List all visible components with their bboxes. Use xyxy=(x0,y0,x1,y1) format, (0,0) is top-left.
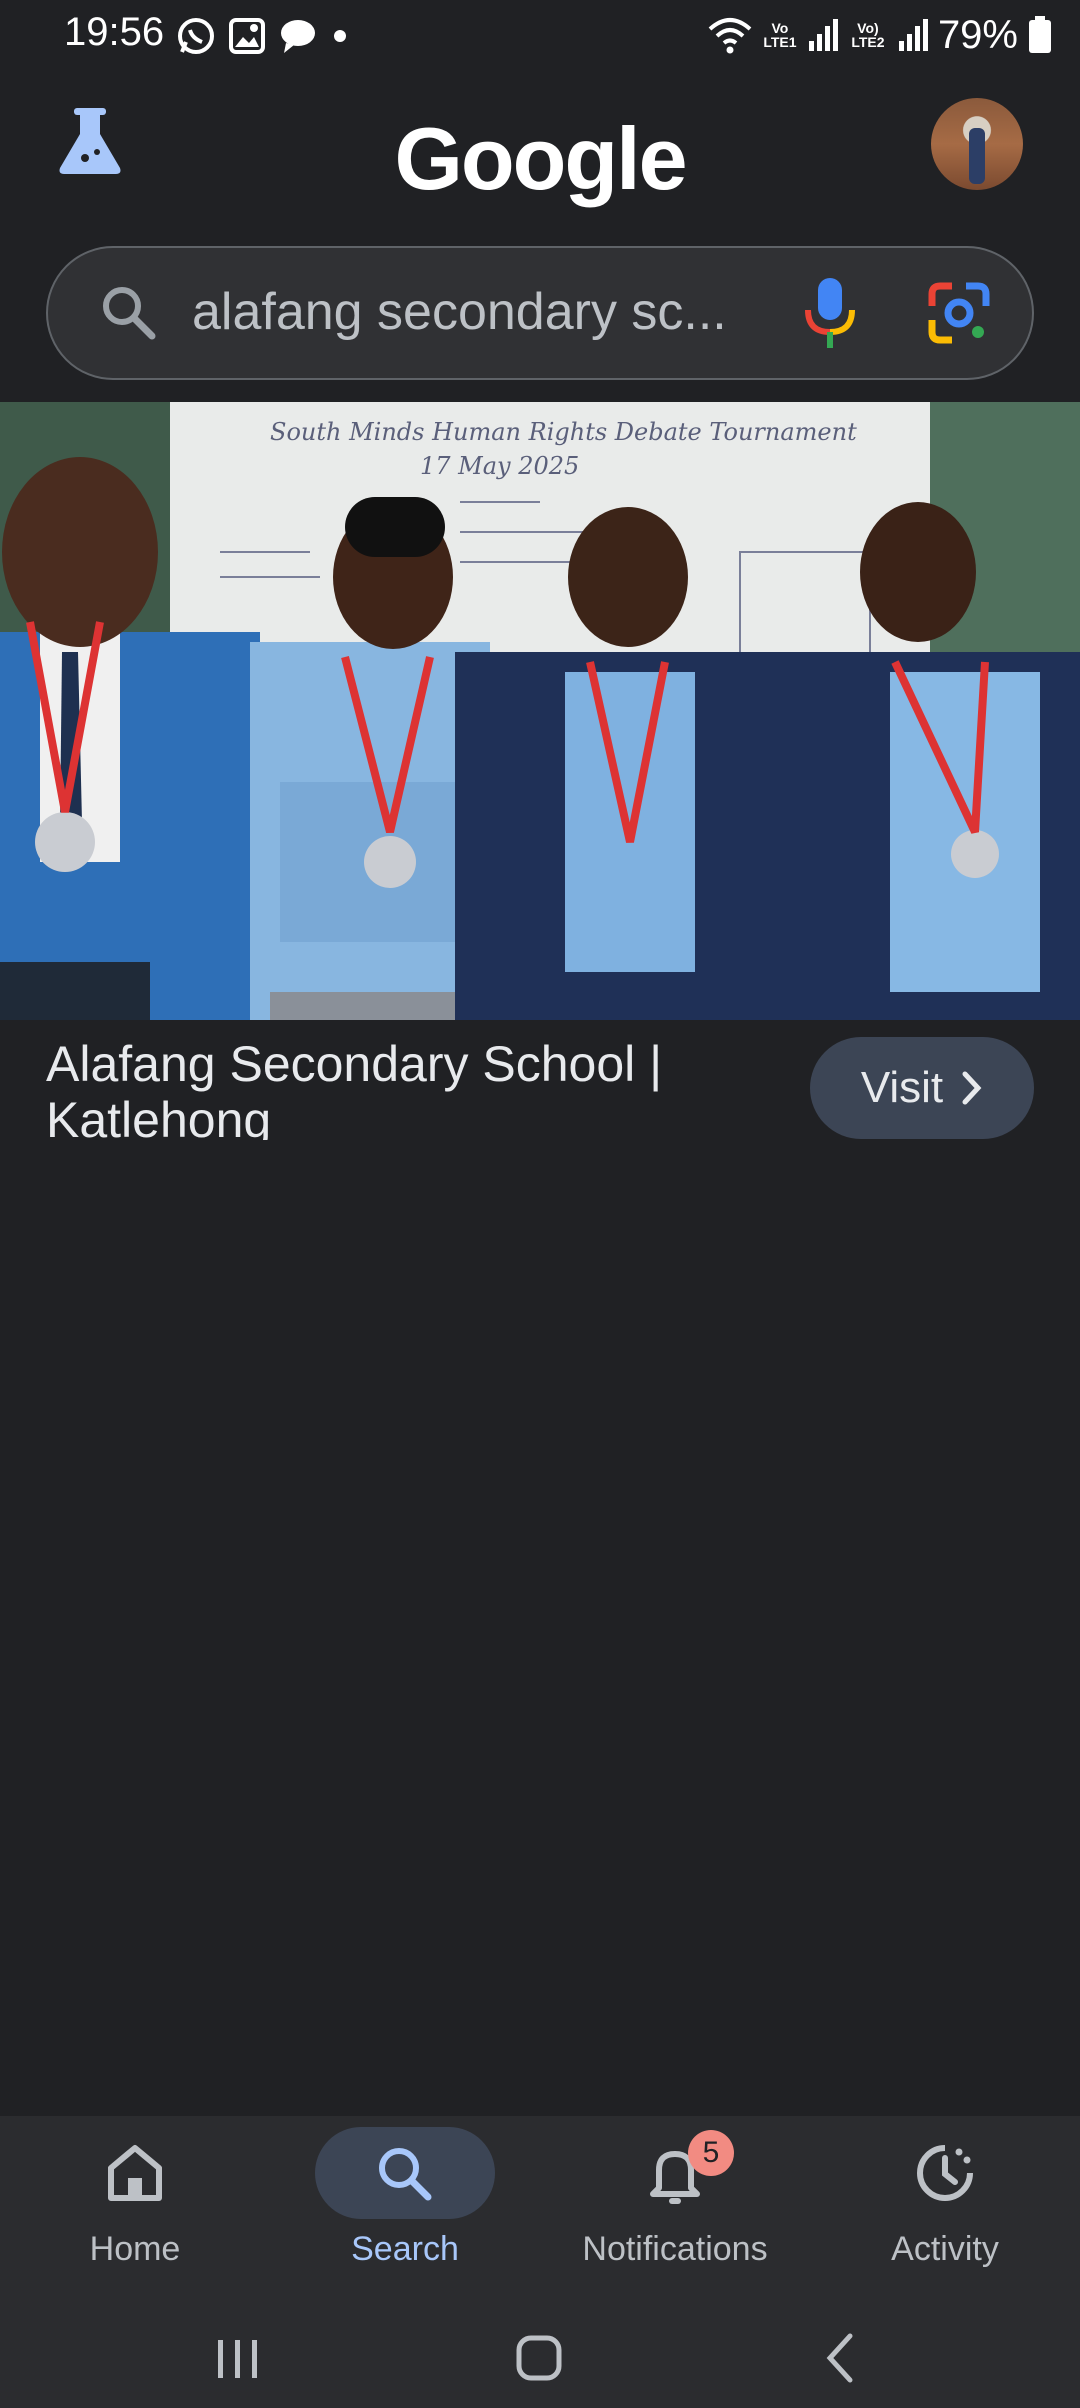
system-navigation-bar xyxy=(0,2306,1080,2408)
nav-item-activity[interactable]: Activity xyxy=(810,2116,1080,2306)
google-lens-icon[interactable] xyxy=(926,280,992,346)
students-photo: South Minds Human Rights Debate Tourname… xyxy=(0,402,1080,1020)
chevron-right-icon xyxy=(962,1071,982,1105)
signal-icon xyxy=(898,19,928,51)
nav-label-activity: Activity xyxy=(891,2230,999,2268)
gallery-icon xyxy=(229,18,265,54)
recent-apps-icon[interactable] xyxy=(198,2326,278,2390)
profile-avatar[interactable] xyxy=(931,98,1023,190)
nav-item-notifications[interactable]: 5 Notifications xyxy=(540,2116,810,2306)
visit-label: Visit xyxy=(860,1063,944,1112)
bottom-navigation: Home Search 5 Notifications Activity xyxy=(0,2116,1080,2306)
activity-icon xyxy=(917,2145,973,2201)
board-date-text: 17 May 2025 xyxy=(420,452,579,480)
battery-percent: 79% xyxy=(937,12,1018,57)
microphone-icon[interactable] xyxy=(800,276,860,350)
search-icon xyxy=(103,287,156,340)
nav-item-search[interactable]: Search xyxy=(270,2116,540,2306)
notification-icons xyxy=(176,14,350,58)
home-icon xyxy=(108,2145,162,2201)
search-icon xyxy=(379,2148,432,2201)
sim1-network-label: Vo LTE1 xyxy=(763,20,797,50)
search-query[interactable]: alafang secondary sc... xyxy=(192,282,727,342)
nav-label-search: Search xyxy=(351,2230,459,2268)
nav-label-notifications: Notifications xyxy=(582,2230,768,2268)
board-title-text: South Minds Human Rights Debate Tourname… xyxy=(270,418,857,446)
result-image[interactable]: South Minds Human Rights Debate Tourname… xyxy=(0,402,1080,1020)
wifi-icon xyxy=(708,18,752,54)
status-bar: 19:56 Vo LTE1 Vo) LTE2 79% xyxy=(0,0,1080,72)
result-title[interactable]: Alafang Secondary School | Katlehong xyxy=(46,1036,766,1140)
signal-icon xyxy=(808,19,838,51)
google-logo: Google xyxy=(394,109,687,208)
battery-icon xyxy=(1029,16,1051,53)
search-bar[interactable]: alafang secondary sc... xyxy=(46,246,1034,380)
notification-badge: 5 xyxy=(688,2130,734,2176)
visit-button[interactable]: Visit xyxy=(810,1037,1034,1139)
whatsapp-icon xyxy=(178,18,214,54)
more-dot-icon xyxy=(334,30,346,42)
message-icon xyxy=(281,20,315,53)
status-time: 19:56 xyxy=(64,10,165,54)
home-button-icon[interactable] xyxy=(500,2326,580,2390)
sim2-network-label: Vo) LTE2 xyxy=(851,20,885,50)
nav-label-home: Home xyxy=(89,2230,181,2268)
system-status-icons: Vo LTE1 Vo) LTE2 79% xyxy=(708,10,1052,60)
nav-item-home[interactable]: Home xyxy=(0,2116,270,2306)
back-icon[interactable] xyxy=(802,2326,882,2390)
